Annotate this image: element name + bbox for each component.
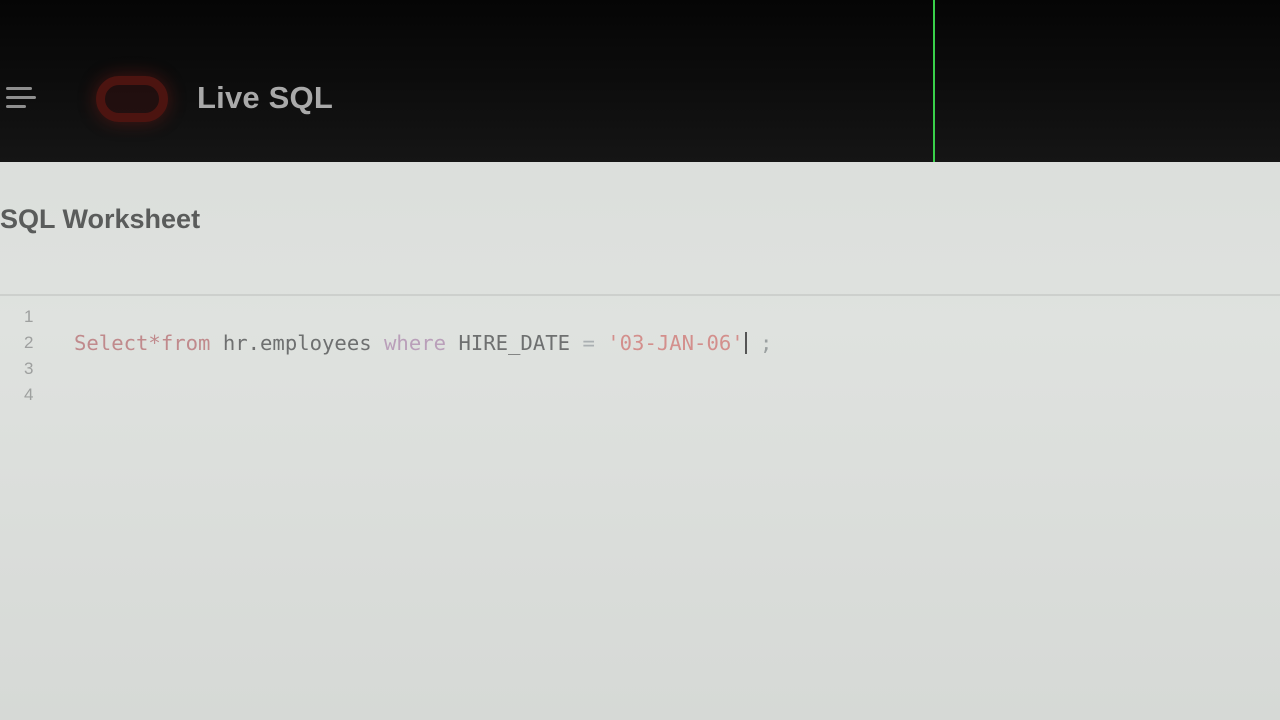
sql-keyword-where: where bbox=[384, 331, 447, 355]
sql-semicolon: ; bbox=[760, 331, 773, 355]
code-line-3[interactable] bbox=[74, 356, 1280, 382]
oracle-logo-icon bbox=[96, 76, 168, 122]
green-divider-line bbox=[933, 0, 935, 162]
app-title: Live SQL bbox=[197, 80, 333, 115]
code-area[interactable]: Select*from hr.employees where HIRE_DATE… bbox=[74, 304, 1280, 408]
line-number-1: 1 bbox=[24, 307, 34, 326]
line-number-4: 4 bbox=[24, 385, 34, 404]
text-cursor bbox=[744, 332, 747, 354]
sql-table-name: hr.employees bbox=[222, 331, 372, 355]
live-sql-app: Live SQL SQL Worksheet 1 2 3 4 Select*fr… bbox=[0, 0, 1280, 720]
top-header-bar: Live SQL bbox=[0, 0, 1280, 162]
sql-string-literal: '03-JAN-06' bbox=[607, 331, 744, 355]
page-title: SQL Worksheet bbox=[0, 204, 201, 234]
hamburger-menu-icon[interactable] bbox=[4, 84, 38, 114]
sql-keyword-select: Select bbox=[74, 331, 149, 355]
code-line-1[interactable] bbox=[74, 304, 1280, 330]
sql-column-name: HIRE_DATE bbox=[458, 331, 571, 355]
sql-equals-operator: = bbox=[582, 331, 595, 355]
code-line-2[interactable]: Select*from hr.employees where HIRE_DATE… bbox=[74, 330, 1280, 356]
sql-keyword-from: from bbox=[160, 331, 211, 355]
worksheet-content: SQL Worksheet 1 2 3 4 Select*from hr.emp… bbox=[0, 162, 1280, 720]
line-number-2: 2 bbox=[24, 333, 34, 352]
line-number-gutter: 1 2 3 4 bbox=[0, 304, 44, 408]
sql-editor[interactable]: 1 2 3 4 Select*from hr.employees where H… bbox=[0, 294, 1280, 716]
line-number-3: 3 bbox=[24, 359, 34, 378]
sql-star: * bbox=[148, 331, 161, 355]
code-line-4[interactable] bbox=[74, 382, 1280, 408]
